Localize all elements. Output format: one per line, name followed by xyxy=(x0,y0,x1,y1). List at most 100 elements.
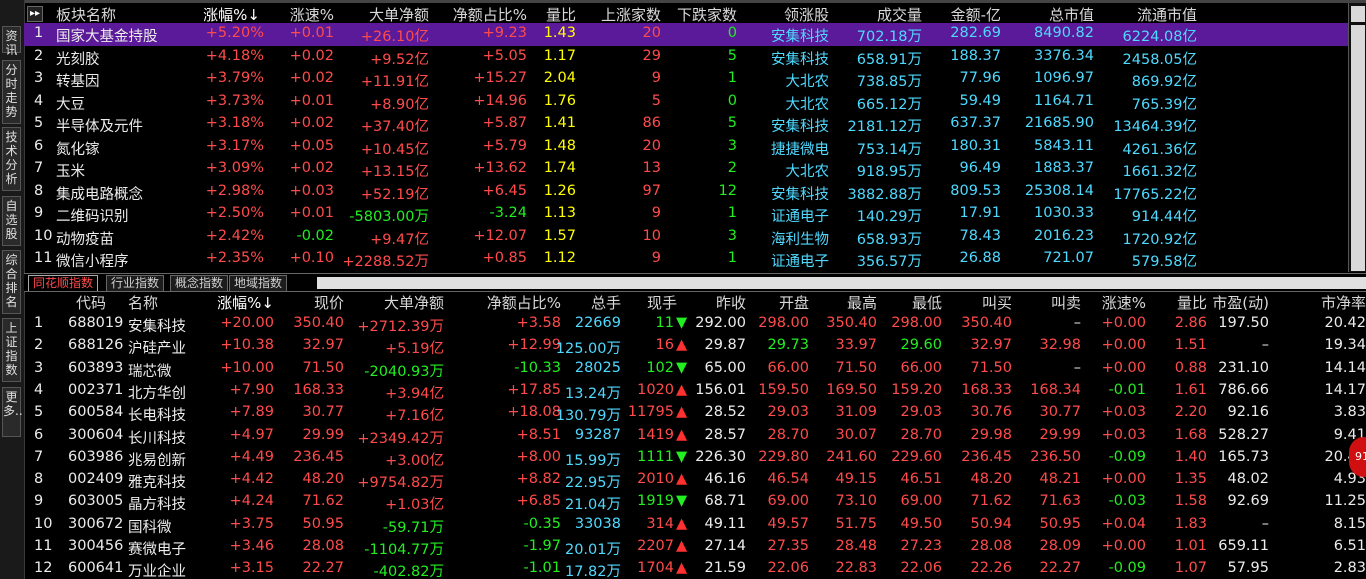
stock-name[interactable]: 安集科技 xyxy=(128,315,186,336)
stock-code[interactable]: 600641 xyxy=(68,560,123,576)
tab-index-2[interactable]: 概念指数 xyxy=(170,275,229,291)
stock-row[interactable]: 3 603893 瑞芯微 +10.00 71.50 -2040.93万 -10.33 2802… xyxy=(24,358,1366,380)
stock-code[interactable]: 300456 xyxy=(68,538,123,554)
leading-stock[interactable]: 大北农 xyxy=(786,70,830,91)
sector-name[interactable]: 动物疫苗 xyxy=(56,228,114,249)
sector-row[interactable]: 9 二维码识别 +2.50% +0.01 -5803.00万 -3.24 1.13 9 1 证通电… xyxy=(24,203,1348,226)
tab-index-1[interactable]: 行业指数 xyxy=(106,275,165,291)
sector-name[interactable]: 微信小程序 xyxy=(56,250,129,271)
sector-row[interactable]: 7 玉米 +3.09% +0.02 +13.15亿 +13.62 1.74 13 2 大北农 918… xyxy=(24,158,1348,181)
left-tab-6[interactable]: 更多.. xyxy=(2,387,23,437)
stock-header-14[interactable]: 涨速% xyxy=(1102,292,1146,313)
stock-code[interactable]: 300604 xyxy=(68,427,123,443)
stock-header-17[interactable]: 市净率 xyxy=(1321,292,1366,313)
sector-row[interactable]: 3 转基因 +3.79% +0.02 +11.91亿 +15.27 2.04 9 1 大北农 738… xyxy=(24,68,1348,91)
stock-header-5[interactable]: 净额占比% xyxy=(487,292,561,313)
stock-header-16[interactable]: 市盈(动) xyxy=(1212,292,1269,313)
scroll-thumb[interactable] xyxy=(1351,25,1365,271)
sector-header-1[interactable]: 涨幅%↓ xyxy=(203,4,260,25)
sector-name[interactable]: 氮化镓 xyxy=(56,138,100,159)
stock-code[interactable]: 600584 xyxy=(68,404,123,420)
stock-header-10[interactable]: 最高 xyxy=(847,292,877,313)
sector-header-5[interactable]: 量比 xyxy=(546,4,576,25)
left-tab-5[interactable]: 上证指数 xyxy=(2,318,21,382)
stock-header-1[interactable]: 名称 xyxy=(128,292,158,313)
stock-code[interactable]: 688126 xyxy=(68,337,123,353)
sector-name[interactable]: 二维码识别 xyxy=(56,205,129,226)
stock-code[interactable]: 688019 xyxy=(68,315,123,331)
stock-header-4[interactable]: 大单净额 xyxy=(384,292,444,313)
leading-stock[interactable]: 大北农 xyxy=(786,160,830,181)
stock-row[interactable]: 4 002371 北方华创 +7.90 168.33 +3.94亿 +17.85 13.24万… xyxy=(24,380,1366,402)
sector-row[interactable]: 10 动物疫苗 +2.42% -0.02 +9.47亿 +12.07 1.57 10 3 海利生物… xyxy=(24,226,1348,249)
stock-name[interactable]: 赛微电子 xyxy=(128,538,186,559)
stock-header-3[interactable]: 现价 xyxy=(314,292,344,313)
sector-header-8[interactable]: 领涨股 xyxy=(784,4,829,25)
sector-header-0[interactable]: 板块名称 xyxy=(56,4,116,25)
stock-row[interactable]: 2 688126 沪硅产业 +10.38 32.97 +5.19亿 +12.99 125.00… xyxy=(24,335,1366,357)
leading-stock[interactable]: 证通电子 xyxy=(771,250,829,271)
sector-row[interactable]: 11 微信小程序 +2.35% +0.10 +2288.52万 +0.85 1.12 9 1 证通… xyxy=(24,248,1348,271)
stock-row[interactable]: 5 600584 长电科技 +7.89 30.77 +7.16亿 +18.08 130.79万… xyxy=(24,402,1366,424)
stock-name[interactable]: 兆易创新 xyxy=(128,449,186,470)
sector-scrollbar[interactable] xyxy=(1348,3,1366,272)
sector-header-6[interactable]: 上涨家数 xyxy=(601,4,661,25)
tab-index-0[interactable]: 同花顺指数 xyxy=(28,275,99,291)
stock-row[interactable]: 1 688019 安集科技 +20.00 350.40 +2712.39万 +3.58 226… xyxy=(24,313,1366,335)
stock-row[interactable]: 10 300672 国科微 +3.75 50.95 -59.71万 -0.35 33038 31… xyxy=(24,514,1366,536)
stock-code[interactable]: 603893 xyxy=(68,360,123,376)
stock-header-15[interactable]: 量比 xyxy=(1177,292,1207,313)
stock-name[interactable]: 北方华创 xyxy=(128,382,186,403)
leading-stock[interactable]: 安集科技 xyxy=(771,115,829,136)
left-tab-4[interactable]: 综合排名 xyxy=(2,250,21,314)
stock-row[interactable]: 7 603986 兆易创新 +4.49 236.45 +3.00亿 +8.00 15.99万 1… xyxy=(24,447,1366,469)
leading-stock[interactable]: 安集科技 xyxy=(771,48,829,69)
stock-row[interactable]: 6 300604 长川科技 +4.97 29.99 +2349.42万 +8.51 93287… xyxy=(24,425,1366,447)
sector-row[interactable]: 6 氮化镓 +3.17% +0.05 +10.45亿 +5.79 1.48 20 3 捷捷微电 75… xyxy=(24,136,1348,159)
stock-code[interactable]: 603986 xyxy=(68,449,123,465)
sector-row[interactable]: 8 集成电路概念 +2.98% +0.03 +52.19亿 +6.45 1.26 97 12 安集… xyxy=(24,181,1348,204)
sector-header-9[interactable]: 成交量 xyxy=(877,4,922,25)
stock-name[interactable]: 国科微 xyxy=(128,516,172,537)
sector-row[interactable]: 2 光刻胶 +4.18% +0.02 +9.52亿 +5.05 1.17 29 5 安集科技 658… xyxy=(24,46,1348,69)
sector-name[interactable]: 集成电路概念 xyxy=(56,183,143,204)
left-tab-3[interactable]: 自选股 xyxy=(2,196,21,246)
stock-code[interactable]: 002371 xyxy=(68,382,123,398)
sector-name[interactable]: 光刻胶 xyxy=(56,48,100,69)
leading-stock[interactable]: 安集科技 xyxy=(771,183,829,204)
stock-code[interactable]: 300672 xyxy=(68,516,123,532)
stock-header-6[interactable]: 总手 xyxy=(591,292,621,313)
sector-name[interactable]: 转基因 xyxy=(56,70,100,91)
stock-name[interactable]: 沪硅产业 xyxy=(128,337,186,358)
stock-header-7[interactable]: 现手 xyxy=(647,292,677,313)
stock-row[interactable]: 12 600641 万业企业 +3.15 22.27 -402.82万 -1.01 17.82… xyxy=(24,558,1366,579)
stock-name[interactable]: 晶方科技 xyxy=(128,493,186,514)
leading-stock[interactable]: 捷捷微电 xyxy=(771,138,829,159)
stock-header-2[interactable]: 涨幅%↓ xyxy=(217,292,274,313)
sector-name[interactable]: 玉米 xyxy=(56,160,85,181)
sector-header-3[interactable]: 大单净额 xyxy=(369,4,429,25)
sector-name[interactable]: 半导体及元件 xyxy=(56,115,143,136)
sector-header-4[interactable]: 净额占比% xyxy=(453,4,527,25)
notification-badge[interactable]: 91 xyxy=(1349,437,1366,477)
stock-name[interactable]: 雅克科技 xyxy=(128,471,186,492)
stock-code[interactable]: 603005 xyxy=(68,493,123,509)
stock-header-9[interactable]: 开盘 xyxy=(779,292,809,313)
stock-row[interactable]: 11 300456 赛微电子 +3.46 28.08 -1104.77万 -1.97 20.0… xyxy=(24,536,1366,558)
leading-stock[interactable]: 安集科技 xyxy=(771,25,829,46)
sector-name[interactable]: 国家大基金持股 xyxy=(56,25,158,46)
horizontal-scrollbar[interactable] xyxy=(317,277,1366,289)
leading-stock[interactable]: 海利生物 xyxy=(771,228,829,249)
stock-header-0[interactable]: 代码 xyxy=(76,292,106,313)
sector-header-12[interactable]: 流通市值 xyxy=(1137,4,1197,25)
stock-header-12[interactable]: 叫买 xyxy=(982,292,1012,313)
stock-header-11[interactable]: 最低 xyxy=(912,292,942,313)
stock-header-13[interactable]: 叫卖 xyxy=(1051,292,1081,313)
stock-code[interactable]: 002409 xyxy=(68,471,123,487)
leading-stock[interactable]: 证通电子 xyxy=(771,205,829,226)
stock-name[interactable]: 瑞芯微 xyxy=(128,360,172,381)
tab-index-3[interactable]: 地域指数 xyxy=(229,275,288,291)
stock-name[interactable]: 万业企业 xyxy=(128,560,186,579)
sector-row[interactable]: 4 大豆 +3.73% +0.01 +8.90亿 +14.96 1.76 5 0 大北农 665.1… xyxy=(24,91,1348,114)
sector-row[interactable]: 1 国家大基金持股 +5.20% +0.01 +26.10亿 +9.23 1.43 20 0 安集… xyxy=(24,23,1348,46)
